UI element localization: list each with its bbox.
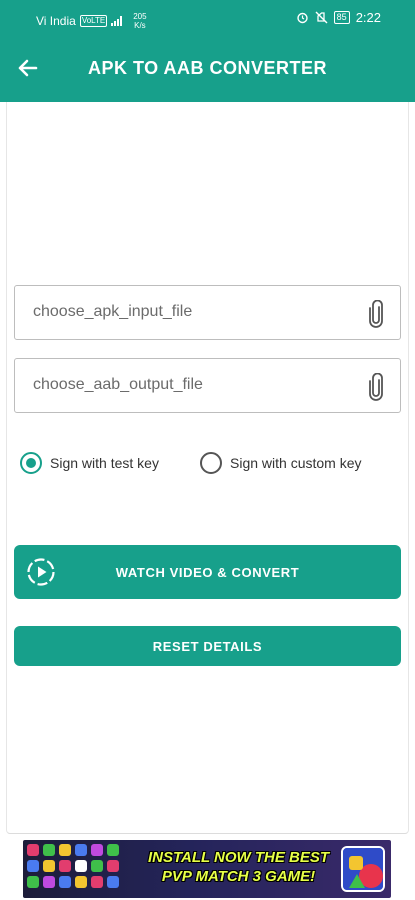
radio-test-key-label: Sign with test key [50,455,159,471]
aab-output-placeholder: choose_aab_output_file [33,376,203,393]
radio-custom-key[interactable]: Sign with custom key [200,452,362,474]
clock: 2:22 [355,10,381,25]
alarm-icon [296,12,308,24]
network-speed: 205 K/s [133,12,147,30]
app-header: Vi India VoLTE 205 K/s 85 2:22 APK TO AA… [0,0,415,102]
radio-custom-key-label: Sign with custom key [230,455,362,471]
page-title: APK TO AAB CONVERTER [87,58,328,78]
radio-test-key[interactable]: Sign with test key [20,452,159,474]
carrier-name: Vi India [36,14,76,28]
mute-icon [315,11,328,24]
reset-button-label: RESET DETAILS [152,638,263,654]
radio-checked-icon[interactable] [20,452,42,474]
volte-badge: VoLTE [79,15,108,27]
gems-image [27,844,119,888]
signal-icon [111,16,125,26]
paperclip-icon[interactable] [366,373,386,401]
status-bar: Vi India VoLTE 205 K/s 85 2:22 [0,0,415,36]
status-right: 85 2:22 [296,10,381,25]
status-left: Vi India VoLTE 205 K/s [36,12,147,30]
ad-headline: INSTALL NOW THE BEST PVP MATCH 3 GAME! [147,849,330,885]
aab-output-file-field[interactable]: choose_aab_output_file [14,358,401,413]
watch-video-convert-button[interactable]: WATCH VIDEO & CONVERT [14,545,401,599]
app-bar: APK TO AAB CONVERTER [0,44,415,94]
signing-options: Sign with test key Sign with custom key [20,452,400,476]
battery-icon: 85 [333,11,350,24]
radio-unchecked-icon[interactable] [200,452,222,474]
paperclip-icon[interactable] [366,300,386,328]
play-circle-icon [27,558,55,586]
ad-banner[interactable]: INSTALL NOW THE BEST PVP MATCH 3 GAME! [23,840,391,898]
convert-button-label: WATCH VIDEO & CONVERT [115,564,300,580]
reset-details-button[interactable]: RESET DETAILS [14,626,401,666]
game-app-icon [341,846,385,892]
apk-input-file-field[interactable]: choose_apk_input_file [14,285,401,340]
apk-input-placeholder: choose_apk_input_file [33,303,193,320]
